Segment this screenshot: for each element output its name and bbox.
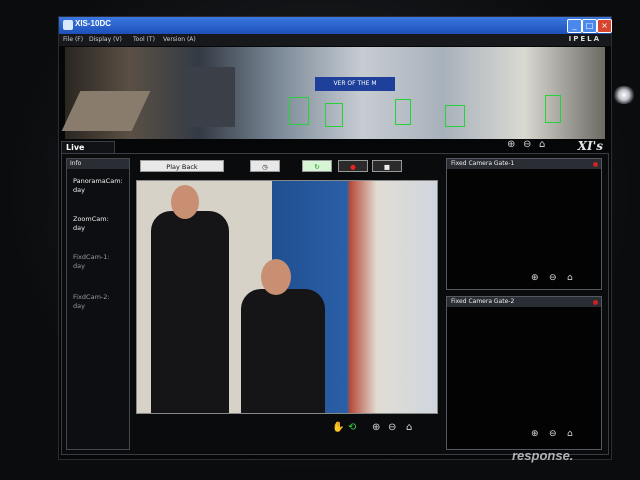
maximize-button[interactable]: □	[582, 19, 597, 33]
home-position-icon[interactable]: ⌂	[567, 429, 573, 439]
stop-icon[interactable]: ■	[372, 160, 402, 172]
zoom-out-icon[interactable]: ⊖	[549, 429, 557, 439]
info-label: FixdCam-2:	[73, 293, 110, 301]
tracking-box	[395, 99, 411, 125]
fixed-camera-2[interactable]: Fixed Camera Gate-2 ⊕ ⊖ ⌂	[446, 296, 602, 450]
info-item-panoramacam: PanoramaCam: day	[73, 177, 123, 195]
zoom-out-icon[interactable]: ⊖	[549, 273, 557, 283]
minimize-button[interactable]: _	[567, 19, 582, 33]
info-value: day	[73, 224, 85, 232]
zoom-in-icon[interactable]: ⊕	[507, 139, 515, 150]
fixed-camera-2-title: Fixed Camera Gate-2	[447, 297, 601, 307]
info-item-fixdcam-2: FixdCam-2: day	[73, 293, 110, 311]
rec-indicator-icon	[593, 162, 598, 167]
clock-icon[interactable]: ◷	[250, 160, 280, 172]
fixed-camera-1-title: Fixed Camera Gate-1	[447, 159, 601, 169]
refresh-icon[interactable]: ⟲	[348, 422, 356, 433]
menu-version[interactable]: Version (A)	[163, 36, 196, 43]
zoom-in-icon[interactable]: ⊕	[372, 422, 380, 433]
hand-icon[interactable]: ✋	[332, 422, 344, 433]
menu-tool[interactable]: Tool (T)	[133, 36, 155, 43]
zoom-out-icon[interactable]: ⊖	[388, 422, 396, 433]
home-position-icon[interactable]: ⌂	[406, 422, 412, 433]
zoom-camera-video[interactable]	[136, 180, 438, 414]
tracking-box	[289, 97, 309, 125]
live-panel: Info PanoramaCam: day ZoomCam: day FixdC…	[61, 153, 609, 455]
panorama-banner: VER OF THE M	[315, 77, 395, 91]
person-left	[151, 211, 229, 413]
title-bar: XIS-10DC _ □ ×	[59, 17, 612, 34]
zoom-in-icon[interactable]: ⊕	[531, 429, 539, 439]
panorama-view[interactable]: VER OF THE M	[61, 47, 605, 139]
rotate-icon[interactable]: ↻	[302, 160, 332, 172]
info-value: day	[73, 186, 85, 194]
person-right-head	[261, 259, 291, 295]
zoom-in-icon[interactable]: ⊕	[531, 273, 539, 283]
person-right	[241, 289, 325, 413]
menu-bar: File (F) Display (V) Tool (T) Version (A…	[59, 34, 611, 46]
menu-file[interactable]: File (F)	[63, 36, 83, 43]
home-position-icon[interactable]: ⌂	[567, 273, 573, 283]
watermark: response.	[512, 448, 574, 463]
tracking-box	[445, 105, 465, 127]
panorama-seating	[61, 91, 151, 131]
zoom-out-icon[interactable]: ⊖	[523, 139, 531, 150]
close-button[interactable]: ×	[597, 19, 612, 33]
info-value: day	[73, 302, 85, 310]
app-icon	[63, 20, 73, 30]
window-title: XIS-10DC	[75, 19, 112, 28]
info-header: Info	[67, 159, 129, 169]
person-left-head	[171, 185, 199, 219]
info-label: PanoramaCam:	[73, 177, 123, 185]
info-label: FixdCam-1:	[73, 253, 110, 261]
play-back-button[interactable]: Play Back	[140, 160, 224, 172]
light-glare	[612, 86, 636, 104]
fixed-camera-1[interactable]: Fixed Camera Gate-1 ⊕ ⊖ ⌂	[446, 158, 602, 290]
info-label: ZoomCam:	[73, 215, 109, 223]
record-icon[interactable]: ●	[338, 160, 368, 172]
xis-logo: XI's	[577, 139, 603, 153]
app-window: XIS-10DC _ □ × File (F) Display (V) Tool…	[58, 16, 612, 460]
info-panel: Info PanoramaCam: day ZoomCam: day FixdC…	[66, 158, 130, 450]
info-value: day	[73, 262, 85, 270]
info-item-fixdcam-1: FixdCam-1: day	[73, 253, 110, 271]
home-position-icon[interactable]: ⌂	[539, 139, 545, 150]
tab-live-label: Live	[66, 143, 85, 152]
info-item-zoomcam: ZoomCam: day	[73, 215, 109, 233]
tracking-box	[325, 103, 343, 127]
tracking-box	[545, 95, 561, 123]
rec-indicator-icon	[593, 300, 598, 305]
menu-display[interactable]: Display (V)	[89, 36, 122, 43]
panorama-booth	[185, 67, 235, 127]
brand-logo: IPELA	[568, 35, 601, 43]
